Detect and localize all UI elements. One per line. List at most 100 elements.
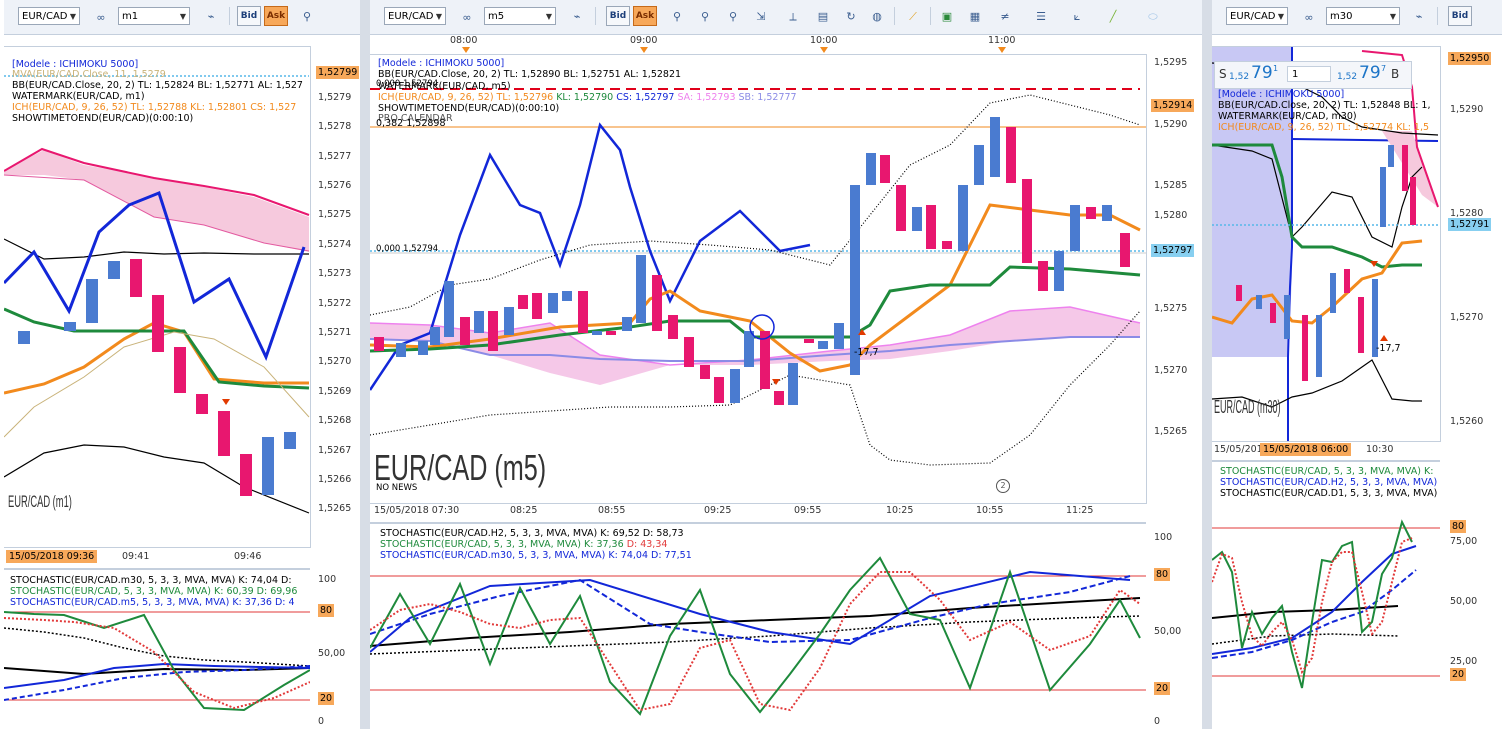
- event-marker-icon[interactable]: [820, 47, 828, 53]
- fibonacci-icon[interactable]: ≠: [994, 6, 1016, 26]
- object-icon[interactable]: ▦: [964, 6, 986, 26]
- symbol-select[interactable]: EUR/CAD ▼: [18, 7, 80, 25]
- bid-button[interactable]: Bid: [606, 6, 630, 26]
- stochastic-legend: STOCHASTIC(EUR/CAD.m5, 5, 3, 3, MVA, MVA…: [10, 597, 295, 608]
- stochastic-panel-m30[interactable]: STOCHASTIC(EUR/CAD, 5, 3, 3, MVA, MVA) K…: [1212, 460, 1440, 729]
- indicator-legend-bb: BB(EUR/CAD.Close, 20, 2) TL: 1,52824 BL:…: [12, 80, 303, 91]
- chart-style-icon[interactable]: ⌁: [200, 6, 222, 26]
- refresh-icon[interactable]: ↻: [840, 6, 862, 26]
- line-draw-icon[interactable]: ╱: [1102, 6, 1124, 26]
- chart-panel-m1: EUR/CAD ▼ ∞ m1 ▼ ⌁ Bid Ask ⚲ [Modele: I…: [4, 0, 360, 729]
- chart-watermark: EUR/CAD (m30): [1214, 397, 1281, 417]
- stochastic-d-value: D: 43,34: [626, 539, 668, 550]
- stoch-tick: 0: [1154, 716, 1161, 727]
- bottom-time-scale: 15/05/2018 07:30 08:25 08:55 09:25 09:55…: [370, 502, 1146, 520]
- ask-button[interactable]: Ask: [264, 6, 288, 26]
- price-tick: 1,5274: [318, 239, 352, 250]
- stoch-tick: 50,00: [1154, 626, 1182, 637]
- chart-type-icon[interactable]: ∞: [456, 7, 478, 27]
- ichimoku-senkou-a-value: SA: 1,52793: [677, 92, 736, 103]
- stochastic-panel-m1[interactable]: STOCHASTIC(EUR/CAD.m30, 5, 3, 3, MVA, MV…: [4, 568, 311, 729]
- scroll-end-icon[interactable]: ⟂: [782, 6, 804, 26]
- panel-splitter[interactable]: [1202, 0, 1212, 729]
- stochastic-axis-m5: 100 80 50,00 20 0: [1146, 522, 1202, 729]
- stochastic-axis-m30: 80 75,00 50,00 25,00 20: [1440, 460, 1502, 729]
- bid-button[interactable]: Bid: [237, 6, 261, 26]
- stochastic-svg: [1212, 519, 1440, 689]
- panel-splitter[interactable]: [360, 0, 370, 729]
- timeframe-select[interactable]: m1 ▼: [118, 7, 190, 25]
- event-marker-icon[interactable]: [462, 47, 470, 53]
- time-tick: 15/05/201: [1214, 444, 1263, 455]
- properties-icon[interactable]: ▤: [812, 6, 834, 26]
- indicator-icon[interactable]: ⇲: [750, 6, 772, 26]
- toolbar-divider: [1437, 7, 1438, 25]
- ellipse-icon[interactable]: ⬭: [1142, 6, 1164, 26]
- stochastic-axis-m1: 100 80 50,00 20 0: [310, 568, 360, 729]
- current-price-tag: 1,52797: [1151, 244, 1195, 257]
- stoch-tick: 100: [1154, 532, 1173, 543]
- indicator-legend-ichimoku: ICH(EUR/CAD, 9, 26, 52) TL: 1,52774 KL: …: [1218, 122, 1430, 133]
- stochastic-legend: STOCHASTIC(EUR/CAD.m30, 5, 3, 3, MVA, MV…: [10, 575, 292, 586]
- time-tick: 09:00: [630, 35, 658, 46]
- stochastic-k-value: STOCHASTIC(EUR/CAD, 5, 3, 3, MVA, MVA) K…: [380, 539, 624, 550]
- toolbar-divider: [229, 7, 230, 25]
- event-marker-icon[interactable]: [998, 47, 1006, 53]
- price-tag-top: 1,52950: [1448, 52, 1492, 65]
- price-chart-m1[interactable]: [Modele : ICHIMOKU 5000] MVA(EUR/CAD.Clo…: [4, 46, 311, 548]
- fan-icon[interactable]: ⟀: [1066, 6, 1088, 26]
- stochastic-panel-m5[interactable]: STOCHASTIC(EUR/CAD.H2, 5, 3, 3, MVA, MVA…: [370, 522, 1146, 729]
- fibonacci-level-label: 0,382 1,52898: [376, 118, 446, 129]
- price-chart-svg: [370, 88, 1146, 466]
- time-tick: 08:55: [598, 505, 626, 516]
- chart-style-icon[interactable]: ⌁: [566, 6, 588, 26]
- indicator-legend-model: [Modele : ICHIMOKU 5000]: [1218, 89, 1345, 100]
- quote-sell-prefix: S: [1219, 67, 1227, 81]
- price-tick: 1,5265: [318, 503, 352, 514]
- toolbar-divider: [595, 7, 596, 25]
- time-tick: 09:55: [794, 505, 822, 516]
- symbol-select[interactable]: EUR/CAD ▼: [1226, 7, 1288, 25]
- indicator-legend-ichimoku: ICH(EUR/CAD, 9, 26, 52) TL: 1,52796 KL: …: [378, 92, 797, 103]
- quote-widget[interactable]: S 1,52 79 1 1 1,52 79 7 B: [1214, 61, 1412, 89]
- stoch-tick: 20: [318, 692, 335, 705]
- chart-style-icon[interactable]: ⌁: [1408, 6, 1430, 26]
- timeframe-select[interactable]: m5 ▼: [484, 7, 556, 25]
- globe-icon[interactable]: ◍: [866, 6, 888, 26]
- bid-button[interactable]: Bid: [1448, 6, 1472, 26]
- stochastic-legend: STOCHASTIC(EUR/CAD.m30, 5, 3, 3, MVA, MV…: [380, 550, 692, 561]
- price-tick: 1,5272: [318, 298, 352, 309]
- chart-type-icon[interactable]: ∞: [1298, 7, 1320, 27]
- zoom-icon[interactable]: ⚲: [296, 6, 318, 26]
- bottom-time-scale: 15/05/201 15/05/2018 06:00 10:30: [1212, 442, 1440, 458]
- quote-quantity-input[interactable]: 1: [1287, 66, 1331, 82]
- info-circle-icon[interactable]: 2: [996, 479, 1010, 493]
- current-price-tag: 1,52791: [1448, 218, 1492, 231]
- timeframe-select[interactable]: m30 ▼: [1326, 7, 1400, 25]
- toolbar-divider: [930, 7, 931, 25]
- price-tick: 1,5269: [318, 386, 352, 397]
- indicator-legend-bb: BB(EUR/CAD.Close, 20, 2) TL: 1,52848 BL:…: [1218, 100, 1431, 111]
- price-tick: 1,5279: [318, 92, 352, 103]
- ask-button[interactable]: Ask: [633, 6, 657, 26]
- ruler-icon[interactable]: ⟋: [902, 6, 924, 26]
- price-chart-m5[interactable]: [Modele : ICHIMOKU 5000] BB(EUR/CAD.Clos…: [370, 54, 1147, 504]
- quote-sell-small: 1,52: [1229, 72, 1250, 82]
- chart-type-icon[interactable]: ∞: [90, 7, 112, 27]
- price-tick: 1,5278: [318, 121, 352, 132]
- deviation-label: -17,7: [854, 347, 879, 358]
- price-chart-m30[interactable]: S 1,52 79 1 1 1,52 79 7 B [Modele : ICHI…: [1212, 46, 1441, 442]
- zoom-out-icon[interactable]: ⚲: [694, 6, 716, 26]
- price-tag-top: 1,52914: [1151, 99, 1195, 112]
- zoom-in-icon[interactable]: ⚲: [666, 6, 688, 26]
- lines-icon[interactable]: ☰: [1030, 6, 1052, 26]
- event-marker-icon[interactable]: [640, 47, 648, 53]
- image-icon[interactable]: ▣: [936, 6, 958, 26]
- ichimoku-senkou-b-value: SB: 1,52777: [738, 92, 797, 103]
- stoch-tick: 80: [318, 604, 335, 617]
- stoch-tick: 50,00: [318, 648, 346, 659]
- stochastic-legend: STOCHASTIC(EUR/CAD.H2, 5, 3, 3, MVA, MVA…: [380, 528, 684, 539]
- toolbar-divider: [894, 7, 895, 25]
- zoom-reset-icon[interactable]: ⚲: [722, 6, 744, 26]
- symbol-select[interactable]: EUR/CAD ▼: [384, 7, 446, 25]
